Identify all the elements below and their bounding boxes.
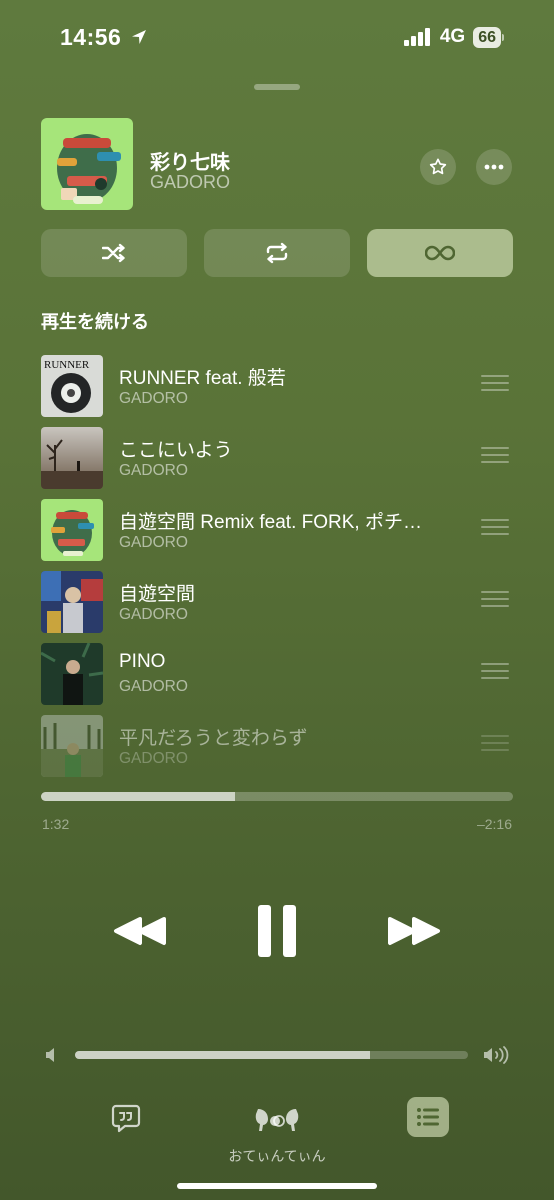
queue-item-title: PINO <box>119 651 166 672</box>
queue-item[interactable]: 自遊空間 GADORO <box>41 571 513 635</box>
lyrics-quote-icon <box>111 1104 141 1133</box>
reorder-handle-icon[interactable] <box>481 591 509 612</box>
queue-item-artist: GADORO <box>119 534 188 551</box>
queue-artwork <box>41 499 103 561</box>
queue-section-title: 再生を続ける <box>41 312 149 332</box>
queue-artwork <box>41 571 103 633</box>
reorder-handle-icon[interactable] <box>481 663 509 684</box>
status-time: 14:56 <box>60 24 148 51</box>
queue-item-title: RUNNER feat. 般若 <box>119 368 286 389</box>
playback-scrubber[interactable] <box>41 792 513 801</box>
volume-level-fill <box>75 1051 370 1059</box>
reorder-handle-icon[interactable] <box>481 375 509 396</box>
favorite-button[interactable] <box>420 149 456 185</box>
queue-item[interactable]: RUNNER RUNNER feat. 般若 GADORO <box>41 355 513 419</box>
queue-item-title: 自遊空間 Remix feat. FORK, ポチ… <box>119 512 422 533</box>
shuffle-button[interactable] <box>41 229 187 277</box>
forward-icon <box>388 917 440 945</box>
home-indicator[interactable] <box>177 1183 377 1189</box>
queue-artwork: RUNNER <box>41 355 103 417</box>
queue-item[interactable]: 自遊空間 Remix feat. FORK, ポチ… GADORO <box>41 499 513 563</box>
cellular-signal-icon <box>403 28 430 46</box>
sheet-grabber[interactable] <box>254 84 300 90</box>
pause-icon <box>258 905 296 957</box>
queue-item[interactable]: 平凡だろうと変わらず GADORO <box>41 715 513 779</box>
list-icon <box>417 1108 439 1126</box>
infinity-icon <box>425 245 455 261</box>
repeat-button[interactable] <box>204 229 350 277</box>
pause-button[interactable] <box>252 902 302 960</box>
queue-item-artist: GADORO <box>119 462 188 479</box>
queue-item-artist: GADORO <box>119 390 188 407</box>
ellipsis-icon <box>484 164 504 170</box>
queue-item[interactable]: PINO GADORO <box>41 643 513 707</box>
next-button[interactable] <box>384 906 444 956</box>
queue-item[interactable]: ここにいよう GADORO <box>41 427 513 491</box>
queue-item-title: 平凡だろうと変わらず <box>119 728 308 749</box>
volume-max-icon <box>484 1046 509 1064</box>
now-playing-artist[interactable]: GADORO <box>150 172 230 193</box>
repeat-icon <box>266 242 288 264</box>
earbuds-icon <box>255 1109 299 1131</box>
airplay-device-label: おてぃんてぃん <box>228 1148 326 1164</box>
reorder-handle-icon[interactable] <box>481 519 509 540</box>
remaining-time: –2:16 <box>476 816 512 832</box>
star-icon <box>429 158 447 175</box>
queue-button[interactable] <box>407 1097 449 1137</box>
backward-icon <box>114 917 166 945</box>
shuffle-icon <box>102 243 125 263</box>
now-playing-title: 彩り七味 <box>150 152 230 174</box>
airplay-device-button[interactable] <box>254 1100 300 1136</box>
reorder-handle-icon[interactable] <box>481 447 509 468</box>
queue-item-title: ここにいよう <box>119 440 233 461</box>
status-right: 4G 66 <box>403 26 504 48</box>
autoplay-button[interactable] <box>367 229 513 277</box>
elapsed-time: 1:32 <box>42 816 70 832</box>
battery-level: 66 <box>473 26 501 48</box>
battery-icon: 66 <box>473 26 504 48</box>
volume-slider[interactable] <box>75 1051 468 1059</box>
queue-item-title: 自遊空間 <box>119 584 196 605</box>
queue-artwork <box>41 643 103 705</box>
location-arrow-icon <box>132 30 147 44</box>
more-options-button[interactable] <box>476 149 512 185</box>
queue-item-artist: GADORO <box>119 750 188 767</box>
reorder-handle-icon[interactable] <box>481 735 509 756</box>
queue-artwork <box>41 715 103 777</box>
previous-button[interactable] <box>110 906 170 956</box>
playback-progress-fill <box>41 792 235 801</box>
queue-artwork <box>41 427 103 489</box>
queue-item-artist: GADORO <box>119 678 188 695</box>
queue-item-artist: GADORO <box>119 606 188 623</box>
volume-min-icon <box>46 1048 54 1062</box>
svg-text:RUNNER: RUNNER <box>44 359 90 371</box>
now-playing-artwork <box>41 118 133 210</box>
network-type: 4G <box>439 26 466 47</box>
lyrics-button[interactable] <box>110 1102 142 1134</box>
